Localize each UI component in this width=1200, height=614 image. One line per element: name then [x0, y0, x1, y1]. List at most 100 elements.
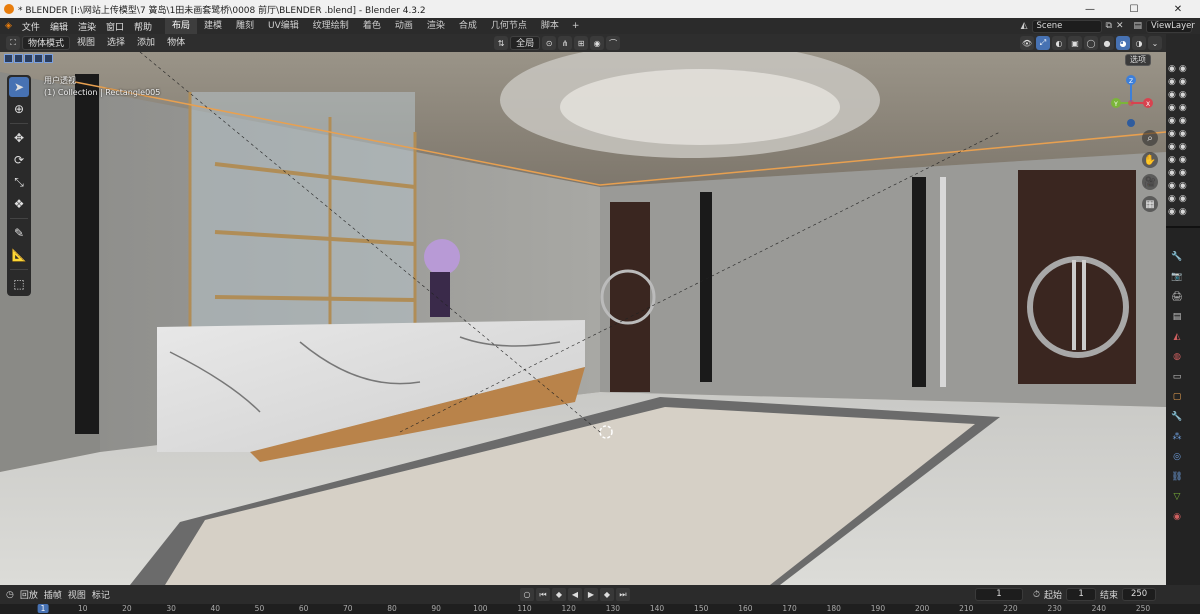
- visibility-icon[interactable]: 👁: [1020, 36, 1034, 50]
- scene-properties-icon[interactable]: ◭: [1170, 330, 1184, 344]
- scale-tool-icon[interactable]: ⤡: [9, 172, 29, 192]
- menu-file[interactable]: 文件: [17, 20, 45, 33]
- workspace-tab-sculpting[interactable]: 雕刻: [229, 18, 261, 34]
- visibility-icon[interactable]: ◉◉: [1168, 194, 1196, 205]
- frame-ruler[interactable]: 1 10 20 30 40 50 60 70 80 90 100 110 120 130 140 150 160…: [0, 604, 1200, 614]
- view-layer-properties-icon[interactable]: ▤: [1170, 310, 1184, 324]
- current-frame-field[interactable]: 1: [975, 588, 1023, 601]
- workspace-tab-rendering[interactable]: 渲染: [420, 18, 452, 34]
- menu-help[interactable]: 帮助: [129, 20, 157, 33]
- prev-keyframe-icon[interactable]: ◆: [552, 588, 566, 601]
- perspective-toggle-icon[interactable]: ▦: [1142, 196, 1158, 212]
- visibility-icon[interactable]: ◉◉: [1168, 64, 1196, 75]
- visibility-icon[interactable]: ◉◉: [1168, 168, 1196, 179]
- visibility-icon[interactable]: ◉◉: [1168, 181, 1196, 192]
- blender-menu-icon[interactable]: ◈: [0, 21, 17, 31]
- menu-view[interactable]: 视图: [68, 588, 86, 601]
- gizmo-toggle-icon[interactable]: ⤢: [1036, 36, 1050, 50]
- menu-select[interactable]: 选择: [102, 36, 130, 50]
- workspace-tab-animation[interactable]: 动画: [388, 18, 420, 34]
- world-properties-icon[interactable]: ◍: [1170, 350, 1184, 364]
- view-layer-selector[interactable]: ViewLayer: [1146, 19, 1195, 33]
- workspace-tab-shading[interactable]: 着色: [356, 18, 388, 34]
- snap-settings-icon[interactable]: ⊞: [574, 36, 589, 50]
- overlay-icon[interactable]: ◐: [1052, 36, 1066, 50]
- workspace-tab-scripting[interactable]: 脚本: [534, 18, 566, 34]
- visibility-icon[interactable]: ◉◉: [1168, 116, 1196, 127]
- add-cube-tool-icon[interactable]: ⬚: [9, 274, 29, 294]
- modifier-properties-icon[interactable]: 🔧: [1170, 410, 1184, 424]
- visibility-icon[interactable]: ◉◉: [1168, 103, 1196, 114]
- select-box-tool-icon[interactable]: ➤: [9, 77, 29, 97]
- rotate-tool-icon[interactable]: ⟳: [9, 150, 29, 170]
- record-icon[interactable]: ○: [520, 588, 534, 601]
- options-dropdown[interactable]: 选项: [1125, 54, 1151, 66]
- selection-mode-buttons[interactable]: [4, 54, 53, 63]
- visibility-icon[interactable]: ◉◉: [1168, 155, 1196, 166]
- workspace-tab-texture-paint[interactable]: 纹理绘制: [306, 18, 356, 34]
- play-reverse-icon[interactable]: ◀: [568, 588, 582, 601]
- jump-start-icon[interactable]: ⏮: [536, 588, 550, 601]
- measure-tool-icon[interactable]: 📐: [9, 245, 29, 265]
- shading-solid-icon[interactable]: ●: [1100, 36, 1114, 50]
- constraint-properties-icon[interactable]: ⛓: [1170, 470, 1184, 484]
- select-mode-new-icon[interactable]: [4, 54, 13, 63]
- scene-selector[interactable]: Scene: [1031, 19, 1102, 33]
- pan-hand-icon[interactable]: ✋: [1142, 152, 1158, 168]
- start-frame-field[interactable]: 1: [1066, 588, 1097, 601]
- next-keyframe-icon[interactable]: ◆: [600, 588, 614, 601]
- annotate-tool-icon[interactable]: ✎: [9, 223, 29, 243]
- collection-properties-icon[interactable]: ▭: [1170, 370, 1184, 384]
- proportional-falloff-icon[interactable]: ⌒: [606, 36, 621, 50]
- remove-scene-icon[interactable]: ✕: [1116, 21, 1124, 31]
- select-mode-intersect-icon[interactable]: [44, 54, 53, 63]
- menu-marker[interactable]: 标记: [92, 588, 110, 601]
- play-icon[interactable]: ▶: [584, 588, 598, 601]
- minimize-button[interactable]: —: [1068, 0, 1112, 18]
- pivot-point-icon[interactable]: ⊙: [542, 36, 557, 50]
- proportional-edit-icon[interactable]: ◉: [590, 36, 605, 50]
- shading-wireframe-icon[interactable]: ◯: [1084, 36, 1098, 50]
- visibility-icon[interactable]: ◉◉: [1168, 142, 1196, 153]
- workspace-tab-layout[interactable]: 布局: [165, 18, 198, 34]
- visibility-icon[interactable]: ◉◉: [1168, 129, 1196, 140]
- object-mode-dropdown[interactable]: 物体模式: [22, 36, 71, 50]
- close-button[interactable]: ✕: [1156, 0, 1200, 18]
- timeline-editor-type-icon[interactable]: ◷: [6, 590, 14, 600]
- maximize-button[interactable]: ☐: [1112, 0, 1156, 18]
- shading-rendered-icon[interactable]: ◑: [1132, 36, 1146, 50]
- camera-view-icon[interactable]: 🎥: [1142, 174, 1158, 190]
- navigation-gizmo[interactable]: Z X Y: [1106, 73, 1156, 129]
- menu-object[interactable]: 物体: [162, 36, 190, 50]
- move-tool-icon[interactable]: ✥: [9, 128, 29, 148]
- menu-playback[interactable]: 回放: [20, 588, 38, 601]
- select-mode-invert-icon[interactable]: [34, 54, 43, 63]
- add-workspace-button[interactable]: +: [566, 18, 586, 34]
- shading-options-icon[interactable]: ⌄: [1148, 36, 1162, 50]
- menu-view[interactable]: 视图: [72, 36, 100, 50]
- menu-edit[interactable]: 编辑: [45, 20, 73, 33]
- material-properties-icon[interactable]: ◉: [1170, 510, 1184, 524]
- menu-add[interactable]: 添加: [132, 36, 160, 50]
- new-scene-icon[interactable]: ⧉: [1106, 21, 1112, 31]
- tool-properties-icon[interactable]: 🔧: [1170, 250, 1184, 264]
- render-properties-icon[interactable]: 📷: [1170, 270, 1184, 284]
- shading-material-icon[interactable]: ◕: [1116, 36, 1130, 50]
- workspace-tab-uv-editing[interactable]: UV编辑: [261, 18, 306, 34]
- zoom-icon[interactable]: ⌕: [1142, 130, 1158, 146]
- cursor-tool-icon[interactable]: ⊕: [9, 99, 29, 119]
- menu-window[interactable]: 窗口: [101, 20, 129, 33]
- clock-icon[interactable]: ⏱: [1033, 590, 1040, 600]
- transform-tool-icon[interactable]: ❖: [9, 194, 29, 214]
- menu-keying[interactable]: 插帧: [44, 588, 62, 601]
- visibility-icon[interactable]: ◉◉: [1168, 90, 1196, 101]
- data-properties-icon[interactable]: ▽: [1170, 490, 1184, 504]
- physics-properties-icon[interactable]: ◎: [1170, 450, 1184, 464]
- snap-icon[interactable]: ⋔: [558, 36, 573, 50]
- visibility-icon[interactable]: ◉◉: [1168, 77, 1196, 88]
- jump-end-icon[interactable]: ⏭: [616, 588, 630, 601]
- transform-orientation-dropdown[interactable]: 全局: [510, 36, 541, 50]
- end-frame-field[interactable]: 250: [1122, 588, 1157, 601]
- menu-render[interactable]: 渲染: [73, 20, 101, 33]
- editor-type-icon[interactable]: ⛶: [6, 36, 20, 50]
